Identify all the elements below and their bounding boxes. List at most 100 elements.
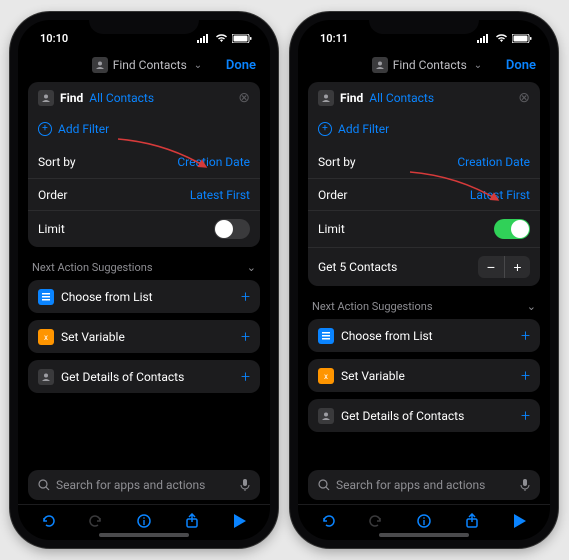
sort-by-value[interactable]: Creation Date: [177, 155, 250, 169]
screen: 10:10 Find Contacts ⌄ Done Find: [18, 20, 270, 540]
contacts-app-icon: [372, 57, 388, 73]
svg-text:x: x: [44, 333, 48, 342]
search-bar[interactable]: Search for apps and actions: [308, 470, 540, 500]
suggestions-header[interactable]: Next Action Suggestions ⌄: [308, 296, 540, 319]
stepper-minus-button[interactable]: −: [478, 256, 504, 278]
undo-button[interactable]: [314, 513, 342, 529]
add-suggestion-icon[interactable]: +: [241, 367, 250, 386]
battery-icon: [232, 34, 252, 43]
signal-icon: [477, 34, 491, 43]
phone-frame-left: 10:10 Find Contacts ⌄ Done Find: [10, 12, 278, 548]
nav-title[interactable]: Find Contacts ⌄: [372, 57, 482, 73]
order-value[interactable]: Latest First: [470, 188, 530, 202]
order-value[interactable]: Latest First: [190, 188, 250, 202]
clear-icon[interactable]: ⊗: [238, 90, 250, 106]
limit-toggle[interactable]: [214, 219, 250, 239]
limit-label: Limit: [318, 222, 345, 236]
find-row[interactable]: Find All Contacts ⊗: [28, 82, 260, 114]
find-action-card: Find All Contacts ⊗ + Add Filter Sort by…: [28, 82, 260, 247]
contacts-icon: [38, 90, 54, 106]
status-time: 10:11: [320, 32, 348, 45]
add-filter-button[interactable]: + Add Filter: [28, 114, 260, 146]
order-row[interactable]: Order Latest First: [308, 178, 540, 210]
run-button[interactable]: [506, 514, 534, 528]
suggestion-set-variable[interactable]: xSet Variable +: [308, 359, 540, 392]
add-filter-button[interactable]: + Add Filter: [308, 114, 540, 146]
wifi-icon: [215, 34, 228, 43]
mic-icon[interactable]: [240, 476, 250, 495]
undo-button[interactable]: [34, 513, 62, 529]
chevron-down-icon: ⌄: [474, 60, 482, 71]
nav-title[interactable]: Find Contacts ⌄: [92, 57, 202, 73]
notch: [89, 12, 199, 34]
limit-label: Limit: [38, 222, 65, 236]
find-target[interactable]: All Contacts: [369, 91, 434, 105]
find-row[interactable]: Find All Contacts ⊗: [308, 82, 540, 114]
list-icon: [38, 289, 54, 305]
nav-title-text: Find Contacts: [113, 58, 187, 72]
battery-icon: [512, 34, 532, 43]
stepper-plus-button[interactable]: +: [504, 256, 530, 278]
nav-title-text: Find Contacts: [393, 58, 467, 72]
sort-by-row[interactable]: Sort by Creation Date: [308, 146, 540, 178]
add-suggestion-icon[interactable]: +: [241, 327, 250, 346]
plus-circle-icon: +: [318, 122, 332, 136]
play-icon: [234, 514, 246, 528]
status-indicators: [197, 34, 252, 43]
home-indicator[interactable]: [99, 533, 189, 537]
done-button[interactable]: Done: [226, 58, 256, 73]
add-suggestion-icon[interactable]: +: [241, 287, 250, 306]
order-row[interactable]: Order Latest First: [28, 178, 260, 210]
search-icon: [318, 476, 330, 495]
sort-by-value[interactable]: Creation Date: [457, 155, 530, 169]
navbar: Find Contacts ⌄ Done: [298, 50, 550, 82]
chevron-down-icon: ⌄: [247, 261, 256, 274]
suggestion-choose-from-list[interactable]: Choose from List +: [308, 319, 540, 352]
content-area: Find All Contacts ⊗ + Add Filter Sort by…: [298, 82, 550, 470]
info-button[interactable]: [410, 513, 438, 529]
plus-circle-icon: +: [38, 122, 52, 136]
limit-row: Limit: [308, 210, 540, 247]
list-icon: [318, 328, 334, 344]
run-button[interactable]: [226, 514, 254, 528]
done-button[interactable]: Done: [506, 58, 536, 73]
find-target[interactable]: All Contacts: [89, 91, 154, 105]
suggestions-header[interactable]: Next Action Suggestions ⌄: [28, 257, 260, 280]
redo-button: [82, 513, 110, 529]
navbar: Find Contacts ⌄ Done: [18, 50, 270, 82]
home-indicator[interactable]: [379, 533, 469, 537]
variable-icon: x: [38, 329, 54, 345]
suggestion-get-details[interactable]: Get Details of Contacts +: [308, 399, 540, 432]
suggestion-set-variable[interactable]: x Set Variable +: [28, 320, 260, 353]
suggestion-label: Set Variable: [61, 330, 125, 344]
play-icon: [514, 514, 526, 528]
suggestion-label: Set Variable: [341, 369, 405, 383]
suggestion-get-details[interactable]: Get Details of Contacts +: [28, 360, 260, 393]
signal-icon: [197, 34, 211, 43]
share-button[interactable]: [458, 513, 486, 529]
add-suggestion-icon[interactable]: +: [521, 366, 530, 385]
suggestion-label: Choose from List: [341, 329, 433, 343]
suggestions-header-label: Next Action Suggestions: [312, 300, 433, 313]
order-label: Order: [38, 188, 67, 202]
add-suggestion-icon[interactable]: +: [521, 326, 530, 345]
content-area: Find All Contacts ⊗ + Add Filter Sort by…: [18, 82, 270, 470]
clear-icon[interactable]: ⊗: [518, 90, 530, 106]
count-stepper[interactable]: − +: [478, 256, 530, 278]
contacts-icon: [318, 408, 334, 424]
search-bar[interactable]: Search for apps and actions: [28, 470, 260, 500]
share-button[interactable]: [178, 513, 206, 529]
find-label: Find: [340, 91, 363, 105]
get-contacts-label: Get 5 Contacts: [318, 260, 397, 274]
add-suggestion-icon[interactable]: +: [521, 406, 530, 425]
sort-by-row[interactable]: Sort by Creation Date: [28, 146, 260, 178]
mic-icon[interactable]: [520, 476, 530, 495]
notch: [369, 12, 479, 34]
phone-frame-right: 10:11 Find Contacts ⌄ Done Find: [290, 12, 558, 548]
suggestion-choose-from-list[interactable]: Choose from List +: [28, 280, 260, 313]
info-button[interactable]: [130, 513, 158, 529]
limit-toggle[interactable]: [494, 219, 530, 239]
status-time: 10:10: [40, 32, 68, 45]
suggestions-header-label: Next Action Suggestions: [32, 261, 153, 274]
contacts-app-icon: [92, 57, 108, 73]
